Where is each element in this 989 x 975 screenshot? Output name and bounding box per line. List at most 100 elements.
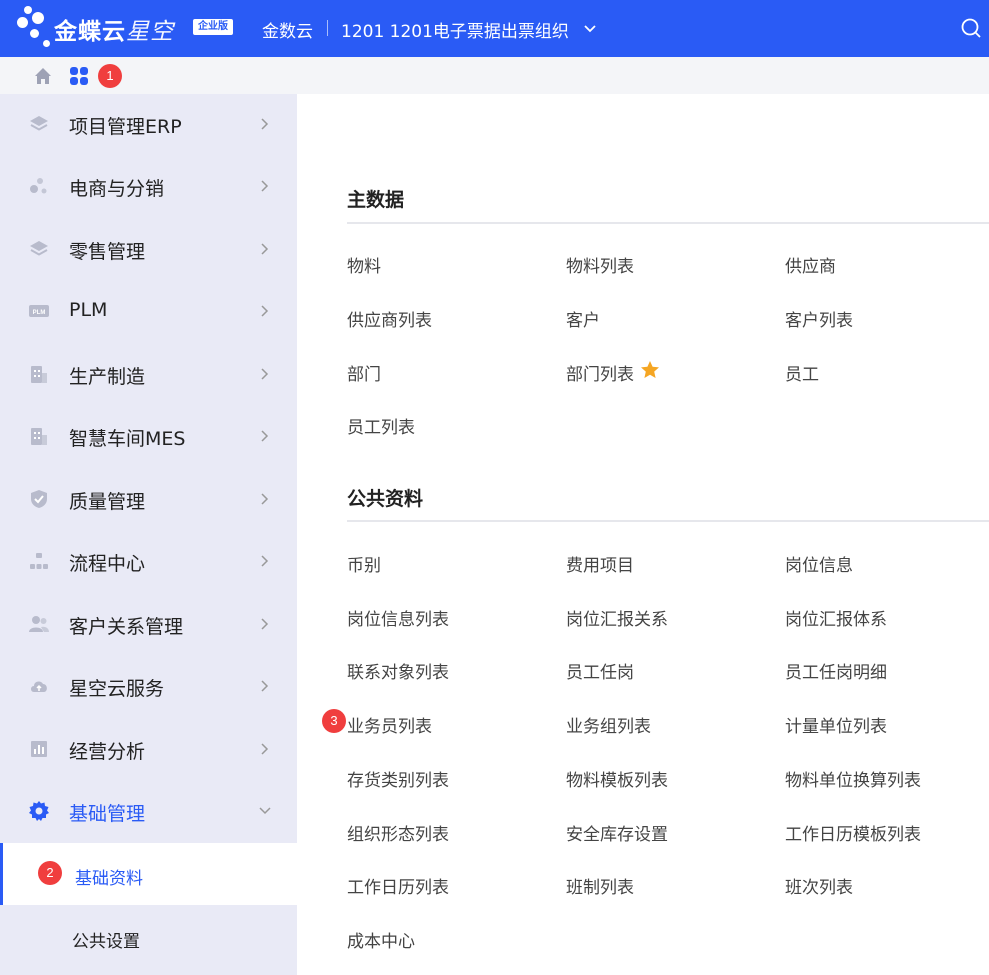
sidebar-item-label: 电商与分销 (69, 178, 165, 200)
sidebar-item-label: 流程中心 (69, 553, 146, 575)
menu-link[interactable]: 员工任岗 (566, 658, 634, 683)
svg-text:PLM: PLM (33, 310, 46, 316)
menu-link[interactable]: 部门 (347, 360, 381, 385)
menu-link[interactable]: 存货类别列表 (347, 766, 449, 791)
sidebar-item-project-erp[interactable]: 项目管理ERP (0, 94, 297, 156)
users-icon (29, 616, 49, 632)
menu-link[interactable]: 岗位信息列表 (347, 605, 449, 630)
layers-icon (30, 116, 48, 131)
menu-link[interactable]: 工作日历模板列表 (785, 820, 921, 845)
section-title-public-data: 公共资料 (347, 488, 424, 510)
section-title-master-data: 主数据 (347, 189, 405, 211)
chevron-right-icon (261, 243, 269, 255)
menu-link[interactable]: 物料 (347, 252, 381, 277)
step-badge: 1 (98, 64, 122, 88)
menu-link[interactable]: 班次列表 (785, 873, 853, 898)
chevron-down-icon[interactable] (582, 20, 598, 36)
step-badge: 3 (322, 709, 346, 733)
sidebar-item-business-analysis[interactable]: 经营分析 (0, 719, 297, 781)
quick-bar: 1 (0, 57, 989, 94)
sidebar-item-process-center[interactable]: 流程中心 (0, 531, 297, 593)
chevron-right-icon (261, 618, 269, 630)
sidebar-item-label: 星空云服务 (69, 678, 165, 700)
sidebar-subitem-label: 公共设置 (72, 932, 140, 952)
brand-light: 星空 (126, 19, 174, 45)
menu-link[interactable]: 计量单位列表 (785, 712, 887, 737)
sidebar-item-manufacturing[interactable]: 生产制造 (0, 344, 297, 406)
brand-bold: 金蝶云 (54, 19, 126, 45)
org-selector[interactable]: 1201 1201电子票据出票组织 (341, 17, 569, 42)
building-icon (31, 428, 47, 445)
section-divider (347, 222, 989, 224)
menu-link[interactable]: 供应商 (785, 252, 836, 277)
menu-link[interactable]: 员工任岗明细 (785, 658, 887, 683)
menu-link[interactable]: 联系对象列表 (347, 658, 449, 683)
sidebar-item-base-management[interactable]: 基础管理 (0, 781, 297, 843)
menu-link[interactable]: 成本中心 (347, 927, 415, 952)
logo-mark (14, 4, 54, 54)
layers-icon (30, 241, 48, 256)
edition-badge: 企业版 (193, 19, 233, 35)
sidebar-item-cloud-service[interactable]: 星空云服务 (0, 656, 297, 718)
apps-grid-icon[interactable] (69, 66, 89, 86)
shield-check-icon (31, 490, 47, 508)
sidebar-item-label: PLM (69, 299, 108, 321)
home-icon[interactable] (33, 66, 53, 86)
sidebar-item-ecommerce[interactable]: 电商与分销 (0, 156, 297, 218)
menu-link[interactable]: 岗位汇报关系 (566, 605, 668, 630)
menu-link[interactable]: 供应商列表 (347, 306, 432, 331)
chevron-right-icon (261, 305, 269, 317)
sidebar-subitem-label: 基础资料 (75, 869, 143, 889)
menu-link[interactable]: 工作日历列表 (347, 873, 449, 898)
menu-link[interactable]: 币别 (347, 551, 381, 576)
chevron-right-icon (261, 368, 269, 380)
menu-link[interactable]: 物料列表 (566, 252, 634, 277)
chevron-right-icon (261, 493, 269, 505)
molecule-icon (30, 178, 47, 194)
analytics-icon (31, 741, 47, 757)
section-divider (347, 520, 989, 522)
menu-link[interactable]: 部门列表 (566, 360, 634, 385)
chevron-right-icon (261, 680, 269, 692)
menu-link[interactable]: 业务组列表 (566, 712, 651, 737)
step-badge: 2 (38, 861, 62, 885)
menu-link[interactable]: 岗位信息 (785, 551, 853, 576)
menu-link[interactable]: 员工 (785, 360, 819, 385)
gear-icon (29, 801, 49, 821)
sidebar-item-mes[interactable]: 智慧车间MES (0, 406, 297, 468)
sidebar-item-retail[interactable]: 零售管理 (0, 219, 297, 281)
sidebar-item-label: 基础管理 (69, 803, 146, 825)
top-bar: 金蝶云星空 企业版 金数云 1201 1201电子票据出票组织 (0, 0, 989, 57)
sidebar-item-quality[interactable]: 质量管理 (0, 469, 297, 531)
sidebar-item-label: 客户关系管理 (69, 616, 184, 638)
menu-link[interactable]: 班制列表 (566, 873, 634, 898)
menu-link[interactable]: 物料模板列表 (566, 766, 668, 791)
menu-link[interactable]: 客户 (566, 306, 600, 331)
sidebar-item-crm[interactable]: 客户关系管理 (0, 594, 297, 656)
menu-link[interactable]: 客户列表 (785, 306, 853, 331)
menu-link[interactable]: 岗位汇报体系 (785, 605, 887, 630)
menu-link[interactable]: 业务员列表 (347, 712, 432, 737)
sidebar-item-label: 质量管理 (69, 491, 146, 513)
chevron-right-icon (261, 743, 269, 755)
sidebar-item-label: 生产制造 (69, 366, 146, 388)
search-icon[interactable] (960, 17, 982, 39)
sidebar-item-plm[interactable]: PLM PLM (0, 281, 297, 343)
header-divider (327, 20, 328, 36)
brand-logo[interactable]: 金蝶云星空 (54, 12, 174, 46)
sidebar-item-label: 智慧车间MES (69, 428, 186, 450)
menu-link[interactable]: 安全库存设置 (566, 820, 668, 845)
favorite-star-icon[interactable] (640, 360, 660, 380)
menu-link[interactable]: 员工列表 (347, 413, 415, 438)
menu-link[interactable]: 物料单位换算列表 (785, 766, 921, 791)
chevron-down-icon (259, 807, 271, 815)
menu-link[interactable]: 组织形态列表 (347, 820, 449, 845)
cloud-icon (31, 681, 47, 692)
chevron-right-icon (261, 180, 269, 192)
building-icon (31, 366, 47, 383)
sidebar-subitem-public-settings[interactable]: 公共设置 (0, 906, 297, 968)
menu-link[interactable]: 费用项目 (566, 551, 634, 576)
plm-icon: PLM (29, 305, 49, 317)
sidebar: 项目管理ERP 电商与分销 零售管理 PLM PLM 生产制造 智慧车间MES … (0, 94, 297, 975)
company-name[interactable]: 金数云 (262, 17, 313, 42)
